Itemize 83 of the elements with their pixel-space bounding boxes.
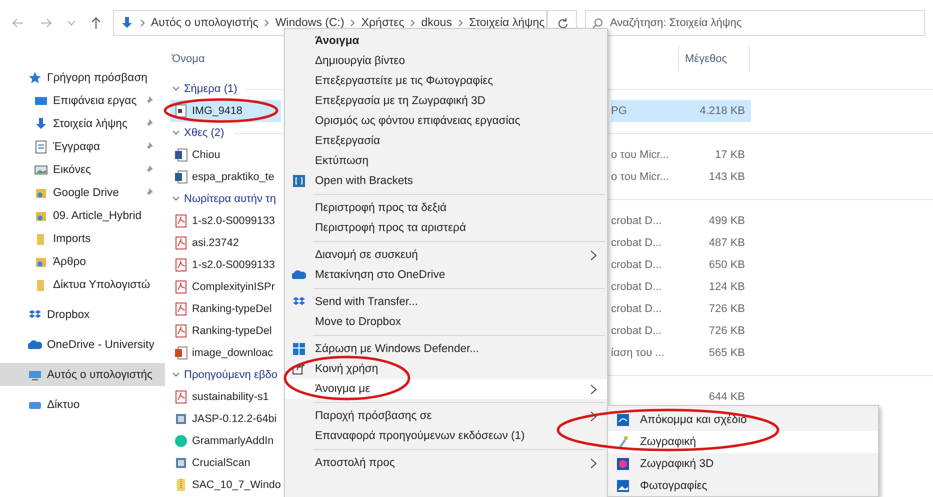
menu-item[interactable]: Move to Dropbox <box>285 312 607 332</box>
menu-item[interactable]: Περιστροφή προς τα αριστερά <box>285 218 607 238</box>
menu-item[interactable]: Ορισμός ως φόντου επιφάνειας εργασίας <box>285 111 607 131</box>
file-type: crobat D... <box>611 280 663 295</box>
breadcrumb[interactable]: dkous <box>421 17 452 29</box>
file-type: ίαση του ... <box>611 346 666 361</box>
sidebar-item[interactable]: Επιφάνεια εργας <box>0 89 165 112</box>
file-size: 4.218 KB <box>679 100 751 122</box>
sidebar-item[interactable]: Imports <box>0 227 165 250</box>
menu-item[interactable]: Φωτογραφίες <box>608 475 878 497</box>
file-type: crobat D... <box>611 236 663 251</box>
sidebar-item[interactable]: 09. Article_Hybrid <box>0 204 165 227</box>
file-item[interactable]: asi.23742 <box>170 232 281 254</box>
file-item[interactable]: sustainability-s1 <box>170 386 281 408</box>
breadcrumb[interactable]: Στοιχεία λήψης <box>468 17 545 29</box>
file-size: 565 KB <box>708 346 746 361</box>
column-header[interactable]: Μέγεθος <box>678 46 750 72</box>
file-type: PG <box>611 100 679 122</box>
menu-item[interactable]: Εκτύπωση <box>285 151 607 171</box>
file-item[interactable]: Chiou <box>170 144 281 166</box>
menu-item[interactable]: Επεξεργασία με τη Ζωγραφική 3D <box>285 91 607 111</box>
menu-item[interactable]: Open with Brackets <box>285 171 607 191</box>
file-size: 726 KB <box>708 302 746 317</box>
sidebar-item[interactable]: Αυτός ο υπολογιστής <box>0 363 165 386</box>
sidebar-item[interactable]: Google Drive <box>0 181 165 204</box>
sidebar-item[interactable]: Δίκτυα Υπολογιστώ <box>0 273 165 296</box>
menu-item[interactable]: Μετακίνηση στο OneDrive <box>285 265 607 285</box>
menu-item[interactable]: Επεξεργασία <box>285 131 607 151</box>
menu-item[interactable]: Άνοιγμα με <box>285 379 607 399</box>
menu-item[interactable]: Σάρωση με Windows Defender... <box>285 339 607 359</box>
file-item[interactable]: GrammarlyAddIn <box>170 430 281 452</box>
breadcrumb[interactable]: Χρήστες <box>361 17 404 29</box>
file-item[interactable]: 1-s2.0-S0099133 <box>170 254 281 276</box>
file-size: 124 KB <box>708 280 746 295</box>
file-type: crobat D... <box>611 214 663 229</box>
group-header[interactable]: Προηγούμενη εβδο <box>184 369 278 381</box>
search-field[interactable]: Αναζήτηση: Στοιχεία λήψης <box>585 10 925 36</box>
menu-item[interactable]: Περιστροφή προς τα δεξιά <box>285 198 607 218</box>
file-size: 487 KB <box>708 236 746 251</box>
file-type: ο του Micr... <box>611 170 670 185</box>
menu-item[interactable]: Αποστολή προς <box>285 453 607 473</box>
file-item[interactable]: espa_praktiko_te <box>170 166 281 188</box>
menu-item[interactable]: Ζωγραφική 3D <box>608 453 878 475</box>
file-item[interactable]: ComplexityinISPr <box>170 276 281 298</box>
menu-item[interactable]: Απόκομμα και σχέδιο <box>608 409 878 431</box>
file-size: 499 KB <box>708 214 746 229</box>
menu-item[interactable]: Επαναφορά προηγούμενων εκδόσεων (1) <box>285 426 607 446</box>
sidebar-item[interactable]: Άρθρο <box>0 250 165 273</box>
menu-item[interactable]: Ζωγραφική <box>608 431 878 453</box>
breadcrumb[interactable]: Windows (C:) <box>275 17 344 29</box>
file-item[interactable]: JASP-0.12.2-64bi <box>170 408 281 430</box>
file-type: crobat D... <box>611 258 663 273</box>
file-type: crobat D... <box>611 302 663 317</box>
menu-item[interactable]: Send with Transfer... <box>285 292 607 312</box>
menu-item[interactable]: Επεξεργαστείτε με τις Φωτογραφίες <box>285 71 607 91</box>
file-type: ο του Micr... <box>611 148 670 163</box>
menu-item[interactable]: Παροχή πρόσβασης σε <box>285 406 607 426</box>
file-item[interactable]: 1-s2.0-S0099133 <box>170 210 281 232</box>
file-item[interactable]: SAC_10_7_Windo <box>170 474 281 496</box>
file-item[interactable]: CrucialScan <box>170 452 281 474</box>
group-header[interactable]: Νωρίτερα αυτήν τη <box>184 193 276 205</box>
group-header[interactable]: Σήμερα (1) <box>184 83 238 95</box>
group-header[interactable]: Χθες (2) <box>184 127 224 139</box>
sidebar-item[interactable]: OneDrive - University <box>0 333 165 356</box>
menu-item[interactable]: Διανομή σε συσκευή <box>285 245 607 265</box>
sidebar-item[interactable]: Στοιχεία λήψης <box>0 112 165 135</box>
file-item[interactable]: Ranking-typeDel <box>170 298 281 320</box>
menu-item[interactable]: Δημιουργία βίντεο <box>285 51 607 71</box>
file-size: 726 KB <box>708 324 746 339</box>
file-size: 650 KB <box>708 258 746 273</box>
file-size: 644 KB <box>708 390 746 405</box>
sidebar-item[interactable]: Γρήγορη πρόσβαση <box>0 66 165 89</box>
file-size: 143 KB <box>708 170 746 185</box>
sidebar-item[interactable]: Έγγραφα <box>0 135 165 158</box>
file-item[interactable]: image_downloac <box>170 342 281 364</box>
file-type: crobat D... <box>611 324 663 339</box>
file-item[interactable]: Ranking-typeDel <box>170 320 281 342</box>
sidebar-item[interactable]: Dropbox <box>0 303 165 326</box>
sidebar-item[interactable]: Εικόνες <box>0 158 165 181</box>
menu-item[interactable]: Κοινή χρήση <box>285 359 607 379</box>
file-size: 17 KB <box>714 148 746 163</box>
sidebar-item[interactable]: Δίκτυο <box>0 393 165 416</box>
breadcrumb[interactable]: Αυτός ο υπολογιστής <box>151 17 258 29</box>
